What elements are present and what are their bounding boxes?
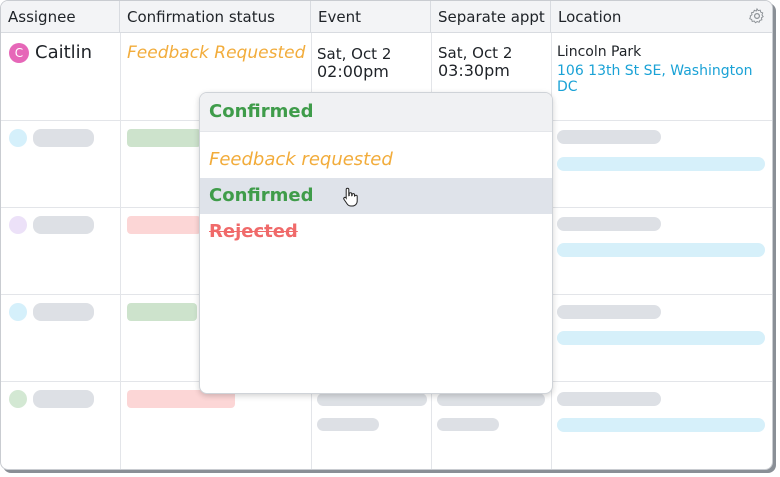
event-time: 02:00pm xyxy=(317,62,389,81)
skeleton-placeholder xyxy=(557,392,661,406)
dropdown-selected-value[interactable]: Confirmed xyxy=(200,93,552,132)
avatar-placeholder xyxy=(9,303,27,321)
skeleton-placeholder xyxy=(317,418,379,431)
gear-icon[interactable] xyxy=(748,7,766,25)
location-address-link[interactable]: 106 13th St SE, Washington DC xyxy=(557,63,772,95)
event-date: Sat, Oct 2 xyxy=(317,45,392,63)
hand-cursor-icon xyxy=(343,187,358,207)
assignee-name: Caitlin xyxy=(35,42,93,63)
skeleton-placeholder xyxy=(33,303,94,321)
skeleton-placeholder xyxy=(127,303,197,321)
skeleton-placeholder xyxy=(557,305,661,319)
skeleton-placeholder xyxy=(33,129,94,147)
skeleton-placeholder xyxy=(33,216,94,234)
appt-time: 03:30pm xyxy=(438,61,510,80)
skeleton-placeholder xyxy=(557,331,765,345)
skeleton-placeholder xyxy=(557,217,661,231)
skeleton-placeholder xyxy=(317,393,427,406)
confirmation-status-value[interactable]: Feedback Requested xyxy=(127,43,305,63)
skeleton-placeholder xyxy=(557,243,765,257)
skeleton-placeholder xyxy=(33,390,94,408)
table-header: Assignee Confirmation status Event Separ… xyxy=(1,1,772,33)
avatar-placeholder xyxy=(9,129,27,147)
avatar: C xyxy=(9,42,29,63)
column-header-event[interactable]: Event xyxy=(311,1,431,33)
column-header-location[interactable]: Location xyxy=(551,1,772,33)
skeleton-placeholder xyxy=(127,129,201,147)
column-header-separate-appt[interactable]: Separate appt xyxy=(431,1,551,33)
assignee-cell[interactable]: C Caitlin xyxy=(9,42,92,63)
skeleton-placeholder xyxy=(437,418,499,431)
avatar-placeholder xyxy=(9,216,27,234)
status-dropdown[interactable]: Confirmed Feedback requested Confirmed R… xyxy=(199,92,553,394)
skeleton-placeholder xyxy=(557,157,765,171)
column-header-confirmation-status[interactable]: Confirmation status xyxy=(120,1,311,33)
skeleton-placeholder xyxy=(437,393,545,406)
option-confirmed[interactable]: Confirmed xyxy=(200,178,552,214)
column-header-assignee[interactable]: Assignee xyxy=(1,1,120,33)
avatar-placeholder xyxy=(9,390,27,408)
option-rejected[interactable]: Rejected xyxy=(200,214,552,250)
option-feedback-requested[interactable]: Feedback requested xyxy=(200,142,552,178)
skeleton-placeholder xyxy=(127,216,201,234)
appt-date: Sat, Oct 2 xyxy=(438,44,513,62)
skeleton-placeholder xyxy=(557,130,661,144)
column-divider xyxy=(120,33,121,469)
location-name: Lincoln Park xyxy=(557,44,642,60)
skeleton-placeholder xyxy=(557,418,765,432)
